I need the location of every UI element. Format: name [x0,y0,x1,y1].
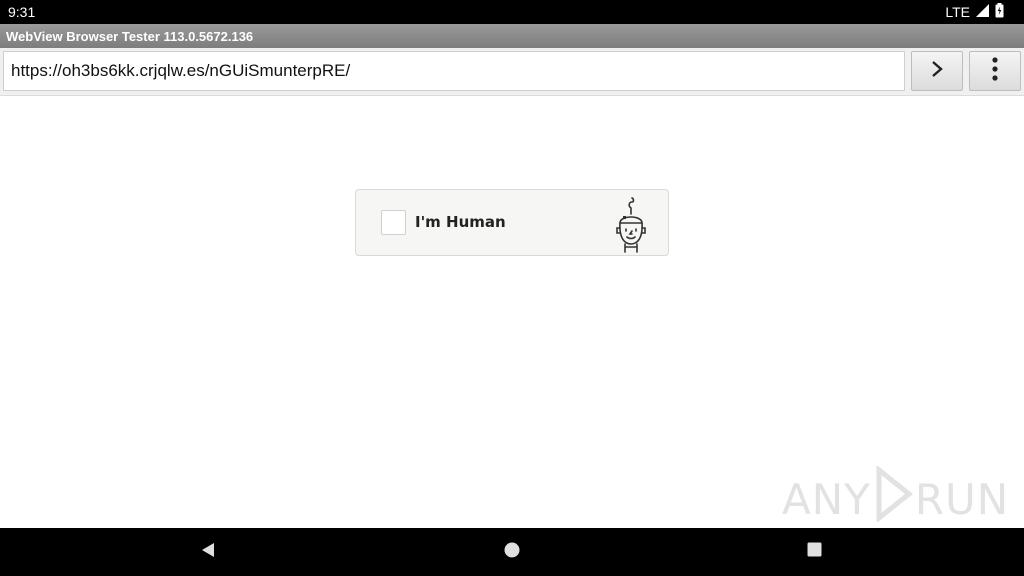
captcha-checkbox[interactable] [381,210,406,235]
watermark-left-text: ANY [782,474,871,524]
web-content: I'm Human ANY RUN [0,96,1024,528]
address-bar [0,48,1024,96]
status-bar: 9:31 LTE [0,0,1024,24]
home-circle-icon [504,542,520,563]
anyrun-watermark: ANY RUN [782,464,1010,532]
more-vert-icon [992,56,998,86]
back-triangle-icon [200,542,216,563]
chevron-right-icon [930,60,944,83]
battery-icon [995,3,1004,21]
captcha-widget: I'm Human [355,189,669,256]
recents-square-icon [807,542,822,562]
watermark-right-text: RUN [914,474,1010,524]
app-title-bar: WebView Browser Tester 113.0.5672.136 [0,24,1024,48]
robot-icon [611,196,651,261]
captcha-label: I'm Human [415,213,506,231]
overflow-menu-button[interactable] [969,51,1021,91]
status-time: 9:31 [8,4,36,20]
app-title: WebView Browser Tester 113.0.5672.136 [6,29,254,44]
home-button[interactable] [500,540,524,564]
system-nav-bar [0,528,1024,576]
recents-button[interactable] [802,540,826,564]
back-button[interactable] [196,540,220,564]
go-button[interactable] [911,51,963,91]
signal-icon [976,4,989,20]
status-indicators: LTE [945,3,1004,21]
play-icon [871,464,915,532]
url-input[interactable] [3,51,905,91]
network-type: LTE [945,4,970,20]
